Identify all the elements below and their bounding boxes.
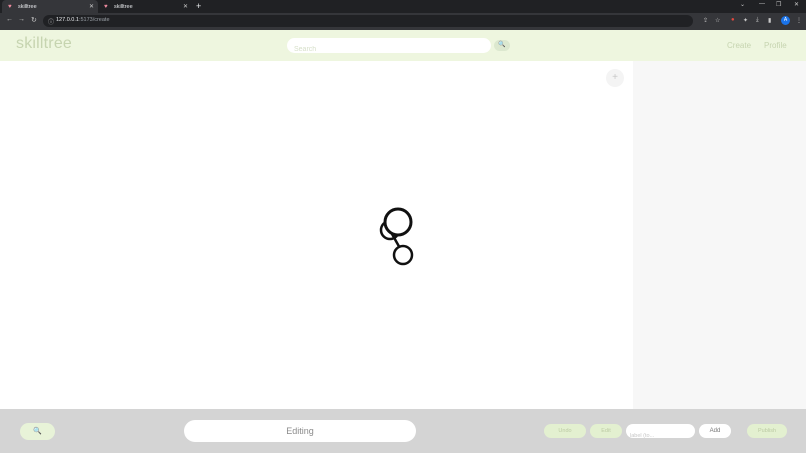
browser-tab-2[interactable]: ♥ skilltree ✕ — [98, 0, 192, 13]
close-tab-icon[interactable]: ✕ — [89, 3, 94, 10]
graph-node[interactable] — [392, 244, 414, 266]
search-icon: 🔍 — [33, 428, 42, 435]
label-input[interactable] — [626, 429, 695, 443]
back-icon[interactable]: ← — [6, 16, 13, 23]
publish-button[interactable]: Publish — [747, 424, 787, 438]
tab-search-icon[interactable]: ⌄ — [740, 1, 745, 8]
search-icon: 🔍 — [498, 42, 506, 48]
nav-create-link[interactable]: Create — [727, 41, 751, 50]
profile-avatar[interactable]: A — [781, 16, 790, 25]
app-header: skilltree 🔍 Create Profile — [0, 30, 806, 61]
graph-canvas[interactable] — [0, 61, 633, 409]
edit-button[interactable]: Edit — [590, 424, 622, 438]
extension-icon[interactable]: ● — [731, 17, 735, 23]
restore-icon[interactable]: ❐ — [776, 1, 781, 8]
menu-kebab-icon[interactable]: ⋮ — [796, 17, 802, 24]
search-button[interactable]: 🔍 — [494, 40, 510, 51]
browser-tab-1[interactable]: ♥ skilltree ✕ — [2, 0, 98, 13]
extensions-puzzle-icon[interactable]: ✦ — [743, 17, 748, 24]
minimize-icon[interactable]: — — [759, 1, 765, 7]
browser-tab-title: skilltree — [114, 3, 133, 10]
search-field[interactable] — [287, 38, 491, 57]
site-info-icon[interactable]: ⓘ — [48, 17, 54, 26]
add-node-button[interactable]: + — [606, 69, 624, 87]
nav-profile-link[interactable]: Profile — [764, 41, 787, 50]
zoom-search-button[interactable]: 🔍 — [20, 423, 55, 440]
graph-node[interactable] — [383, 207, 413, 237]
address-bar[interactable]: ⓘ 127.0.0.1:5173/create — [43, 15, 693, 27]
undo-button[interactable]: Undo — [544, 424, 586, 438]
bookmark-star-icon[interactable]: ☆ — [715, 17, 720, 24]
address-url: 127.0.0.1:5173/create — [56, 17, 110, 23]
close-window-icon[interactable]: ✕ — [794, 1, 799, 8]
editor-bottom-bar: 🔍 Editing Undo Edit Add Publish — [0, 409, 806, 453]
label-field[interactable] — [626, 424, 695, 443]
browser-toolbar: ← → ↻ ⓘ 127.0.0.1:5173/create ⇪ ☆ ● ✦ ⤓ … — [0, 13, 806, 30]
skilltree-favicon-icon: ♥ — [104, 3, 108, 10]
skilltree-favicon-icon: ♥ — [8, 3, 12, 10]
reload-icon[interactable]: ↻ — [31, 16, 37, 24]
forward-icon[interactable]: → — [18, 16, 25, 23]
download-icon[interactable]: ⤓ — [756, 17, 759, 24]
mode-indicator: Editing — [184, 420, 416, 442]
search-input[interactable] — [287, 42, 491, 57]
share-icon[interactable]: ⇪ — [703, 17, 708, 24]
new-tab-icon[interactable]: + — [196, 1, 201, 11]
app-logo[interactable]: skilltree — [16, 35, 72, 53]
side-panel — [633, 61, 806, 409]
add-button[interactable]: Add — [699, 424, 731, 438]
close-tab-icon[interactable]: ✕ — [183, 3, 188, 10]
browser-tabstrip: ♥ skilltree ✕ ♥ skilltree ✕ + ⌄ — ❐ ✕ — [0, 0, 806, 13]
skill-graph[interactable] — [370, 200, 430, 275]
browser-tab-title: skilltree — [18, 3, 37, 10]
side-panel-icon[interactable]: ▮ — [768, 17, 771, 24]
